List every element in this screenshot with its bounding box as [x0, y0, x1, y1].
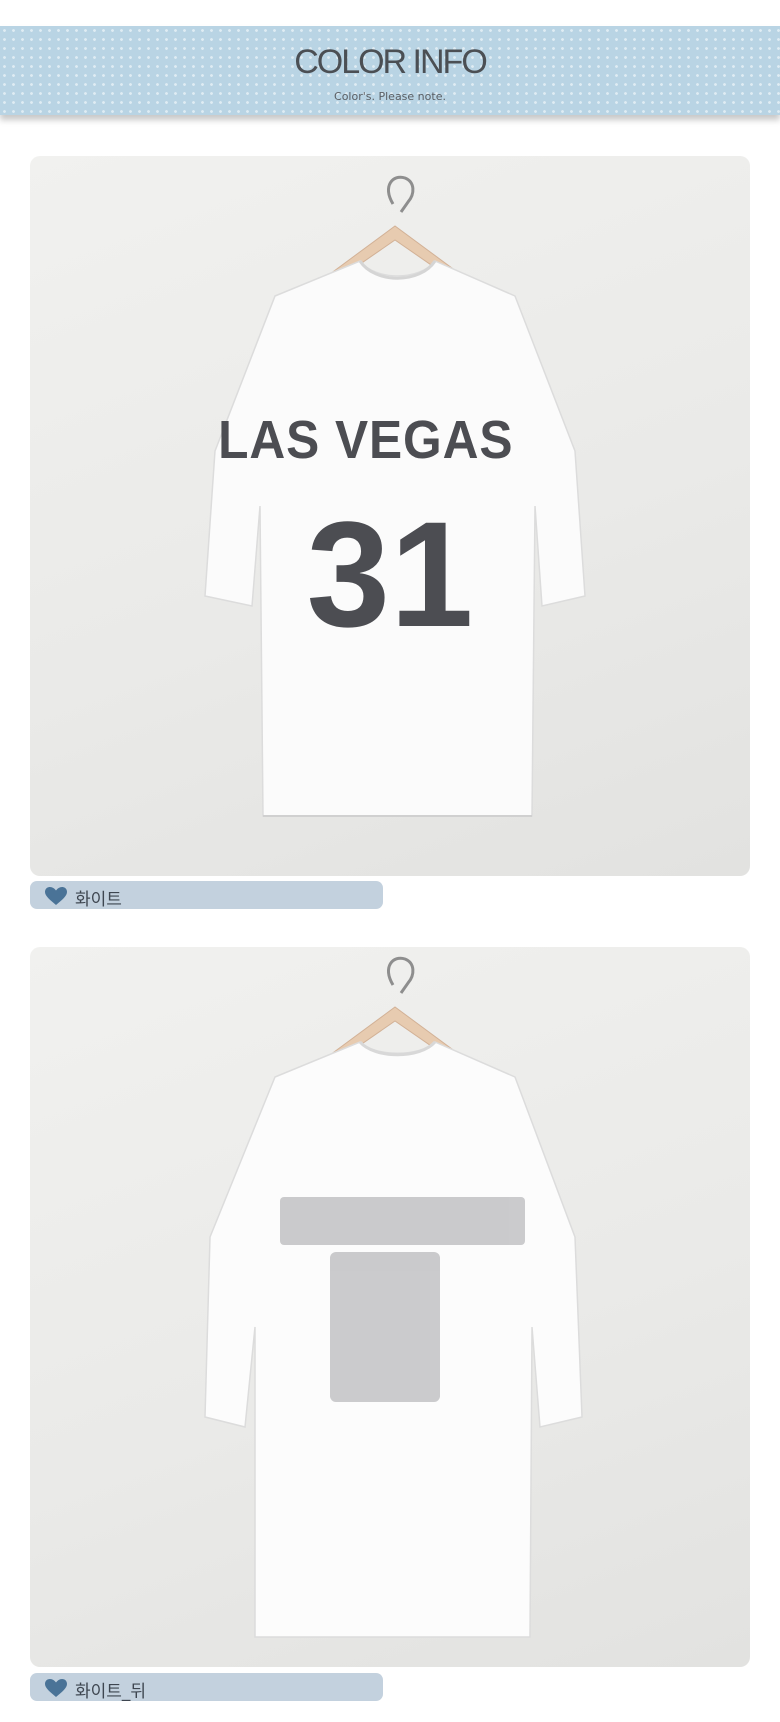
banner-subtitle: Color's. Please note. — [334, 90, 446, 103]
color-label-white-back: 화이트_뒤 — [30, 1673, 383, 1702]
product-photo-front: LAS VEGAS 31 — [30, 156, 750, 876]
back-shirt-illustration — [204, 956, 583, 1638]
product-photo-back — [30, 947, 750, 1667]
banner-title: COLOR INFO — [294, 43, 488, 81]
front-shirt-illustration: LAS VEGAS 31 — [204, 175, 586, 817]
heart-icon — [45, 887, 67, 905]
shirt-print-text: LAS VEGAS — [218, 409, 513, 469]
shirt-print-number: 31 — [307, 490, 474, 658]
color-label-text: 화이트 — [75, 890, 122, 910]
color-info-banner: COLOR INFO Color's. Please note. — [0, 26, 780, 115]
color-label-white: 화이트 — [30, 881, 383, 910]
hanger-hook — [387, 956, 415, 994]
heart-icon — [45, 1679, 67, 1697]
hanger-hook — [387, 175, 415, 213]
color-label-text: 화이트_뒤 — [75, 1682, 147, 1702]
